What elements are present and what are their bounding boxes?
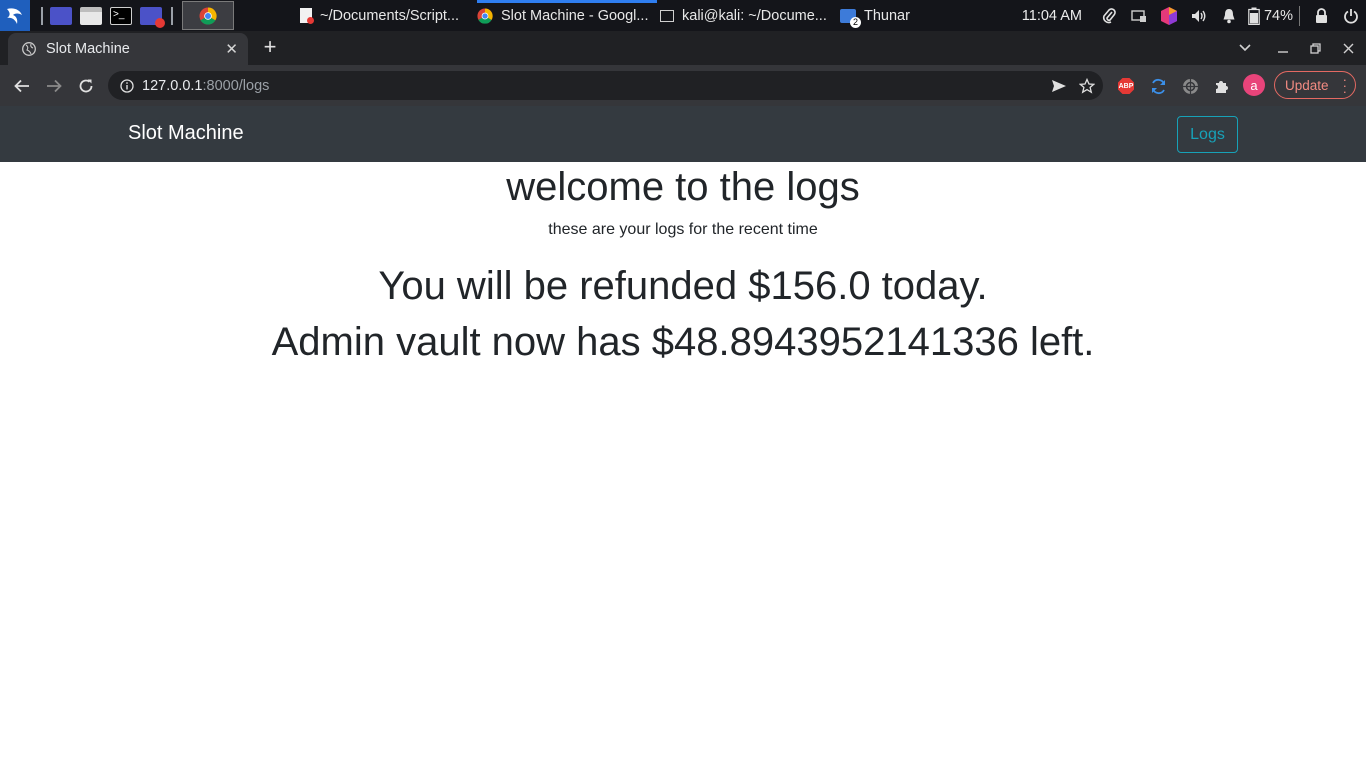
refund-message: You will be refunded $156.0 today.: [378, 264, 988, 308]
recorder-icon: [140, 6, 165, 28]
url-host: 127.0.0.1: [142, 77, 203, 94]
restore-button[interactable]: [1298, 31, 1332, 65]
vault-balance-message: Admin vault now has $48.8943952141336 le…: [271, 320, 1095, 364]
power-icon[interactable]: [1336, 8, 1366, 24]
terminal-launcher[interactable]: >_: [110, 0, 132, 31]
thunar-icon: 2: [840, 8, 861, 28]
screen-recorder-launcher[interactable]: [140, 0, 165, 31]
arrow-right-icon: [47, 79, 62, 93]
notification-bell-icon[interactable]: [1214, 8, 1244, 24]
tab-title: Slot Machine: [46, 41, 130, 57]
taskbar-separator: [41, 6, 43, 25]
browser-toolbar: 127.0.0.1:8000/logs ABP: [0, 65, 1366, 106]
web-extension-button[interactable]: [1179, 75, 1201, 97]
taskbar-window-scripts[interactable]: ~/Documents/Script...: [300, 0, 459, 31]
site-brand[interactable]: Slot Machine: [128, 122, 244, 145]
document-icon: [300, 8, 314, 24]
taskbar-window-thunar[interactable]: 2 Thunar: [840, 0, 910, 31]
chrome-icon: [199, 6, 217, 25]
send-tab-icon[interactable]: [1051, 79, 1067, 93]
file-manager-launcher[interactable]: [80, 0, 102, 31]
screen-cast-icon[interactable]: [1124, 9, 1154, 23]
restore-icon: [1309, 42, 1321, 54]
reload-button[interactable]: [73, 73, 99, 99]
bookmark-star-icon[interactable]: [1079, 77, 1095, 94]
clock[interactable]: 11:04 AM: [1022, 8, 1082, 24]
taskbar-window-chrome[interactable]: Slot Machine - Googl...: [477, 0, 657, 31]
update-button[interactable]: Update · · ·: [1274, 71, 1356, 99]
adblock-label: ABP: [1118, 82, 1134, 90]
extensions-button[interactable]: [1211, 75, 1233, 97]
info-icon[interactable]: [120, 78, 134, 93]
url-path: :8000/logs: [202, 77, 270, 94]
site-navbar: Slot Machine Logs: [0, 106, 1366, 162]
tray-separator: [1299, 5, 1300, 26]
puzzle-icon: [1216, 81, 1228, 93]
taskbar-separator: [171, 6, 173, 25]
arrow-left-icon: [14, 79, 29, 93]
browser-tab-strip: Slot Machine ✕ +: [0, 31, 1366, 65]
window-label: Thunar: [864, 7, 910, 24]
minimize-button[interactable]: [1266, 31, 1300, 65]
terminal-icon: >_: [110, 6, 132, 25]
chevron-down-icon: [1239, 44, 1251, 52]
back-button[interactable]: [9, 73, 35, 99]
battery-percent: 74%: [1263, 7, 1293, 24]
update-label: Update: [1285, 77, 1329, 93]
browser-tab-slot-machine[interactable]: Slot Machine ✕: [8, 33, 248, 65]
new-tab-button[interactable]: +: [258, 35, 282, 59]
reload-icon: [79, 79, 93, 93]
adblock-extension-button[interactable]: ABP: [1115, 75, 1137, 97]
paperclip-icon[interactable]: [1094, 7, 1124, 24]
chrome-icon: [477, 7, 493, 24]
os-taskbar: >_ ~/Documents/Script... Slot Machine - …: [0, 0, 1366, 31]
tab-search-button[interactable]: [1228, 31, 1262, 65]
chrome-launcher[interactable]: [182, 1, 234, 30]
profile-avatar[interactable]: a: [1243, 74, 1265, 96]
lock-icon[interactable]: [1306, 7, 1336, 24]
menu-dots-icon: · · ·: [1342, 72, 1347, 99]
page-title: welcome to the logs: [506, 165, 860, 209]
close-icon: [1343, 43, 1353, 53]
terminal-window-icon: [660, 9, 674, 22]
battery-icon[interactable]: [1244, 7, 1264, 25]
window-label: kali@kali: ~/Docume...: [682, 7, 827, 24]
taskbar-window-terminal[interactable]: kali@kali: ~/Docume...: [660, 0, 827, 31]
sync-icon: [1151, 78, 1165, 94]
show-desktop-launcher[interactable]: [50, 0, 72, 31]
globe-extension-icon: [1182, 78, 1198, 94]
sync-extension-button[interactable]: [1147, 75, 1169, 97]
globe-icon: [22, 42, 36, 56]
logs-nav-button[interactable]: Logs: [1177, 116, 1238, 153]
window-label: ~/Documents/Script...: [320, 7, 460, 24]
minimize-icon: [1278, 51, 1288, 53]
address-bar[interactable]: 127.0.0.1:8000/logs: [108, 71, 1103, 100]
volume-icon[interactable]: [1184, 9, 1214, 23]
window-count-badge: 2: [850, 16, 861, 28]
folder-icon: [80, 6, 102, 25]
forward-button[interactable]: [41, 73, 67, 99]
logs-content: welcome to the logs these are your logs …: [0, 162, 1366, 366]
desktop-icon: [50, 6, 72, 25]
kali-dragon-icon: [7, 7, 22, 24]
window-label: Slot Machine - Googl...: [501, 7, 649, 24]
app-cube-icon[interactable]: [1154, 6, 1184, 26]
page-subtitle: these are your logs for the recent time: [548, 221, 818, 238]
tab-close-icon[interactable]: ✕: [225, 40, 238, 58]
kali-menu-button[interactable]: [0, 0, 30, 31]
close-window-button[interactable]: [1331, 31, 1365, 65]
system-tray: 11:04 AM 74%: [1022, 0, 1366, 31]
